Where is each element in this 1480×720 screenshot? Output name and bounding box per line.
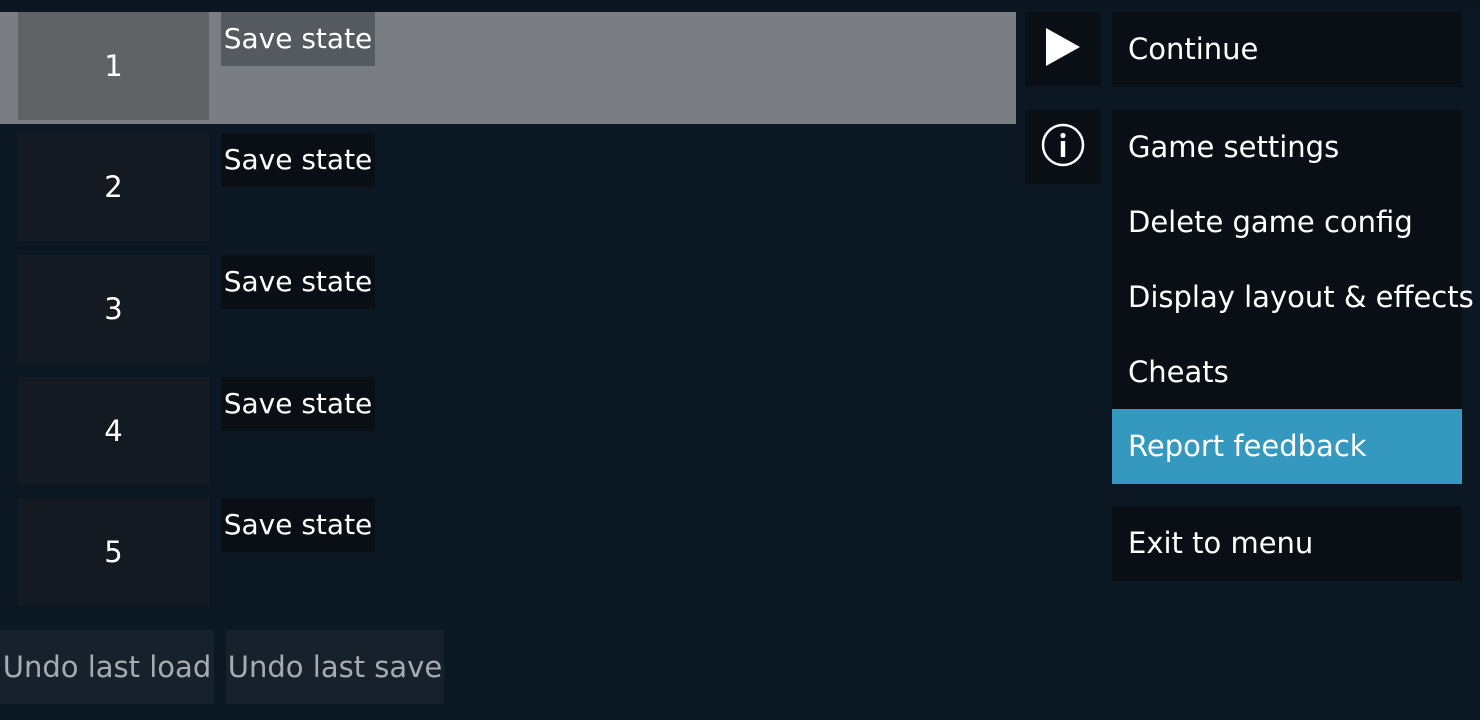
info-icon [1040,122,1086,172]
exit-to-menu-button[interactable]: Exit to menu [1112,506,1462,581]
save-slot-2[interactable]: 2 Save state [0,133,1016,245]
menu-item-report-feedback[interactable]: Report feedback [1112,409,1462,484]
slot-number: 5 [104,535,123,569]
save-slot-5[interactable]: 5 Save state [0,498,1016,610]
slot-thumbnail[interactable]: 3 [18,255,209,363]
top-strip [0,0,1480,10]
menu-item-cheats[interactable]: Cheats [1112,334,1462,409]
slot-number: 3 [104,292,123,326]
continue-button[interactable]: Continue [1112,12,1462,87]
save-state-button[interactable]: Save state [221,498,375,552]
slot-thumbnail[interactable]: 2 [18,133,209,241]
slot-number: 4 [104,414,123,448]
slot-number: 1 [104,49,123,83]
menu-item-display-layout-effects[interactable]: Display layout & effects [1112,260,1474,335]
save-slot-3[interactable]: 3 Save state [0,255,1016,367]
slot-thumbnail[interactable]: 4 [18,377,209,485]
info-icon-button[interactable] [1025,110,1101,184]
save-state-button[interactable]: Save state [221,255,375,309]
slot-thumbnail[interactable]: 5 [18,498,209,606]
save-slot-4[interactable]: 4 Save state [0,377,1016,489]
play-icon-button[interactable] [1025,12,1101,86]
menu-item-game-settings[interactable]: Game settings [1112,110,1462,185]
save-state-button[interactable]: Save state [221,377,375,431]
menu-item-delete-game-config[interactable]: Delete game config [1112,185,1462,260]
save-state-button[interactable]: Save state [221,12,375,66]
play-icon [1044,26,1082,72]
game-menu: Game settings Delete game config Display… [1112,110,1474,484]
undo-last-save-button[interactable]: Undo last save [226,630,444,704]
undo-last-load-button[interactable]: Undo last load [0,630,214,704]
continue-panel: Continue [1112,12,1462,87]
slot-thumbnail[interactable]: 1 [18,12,209,120]
save-state-button[interactable]: Save state [221,133,375,187]
save-slot-1[interactable]: 1 Save state [0,12,1016,124]
slot-number: 2 [104,170,123,204]
exit-panel: Exit to menu [1112,506,1462,581]
